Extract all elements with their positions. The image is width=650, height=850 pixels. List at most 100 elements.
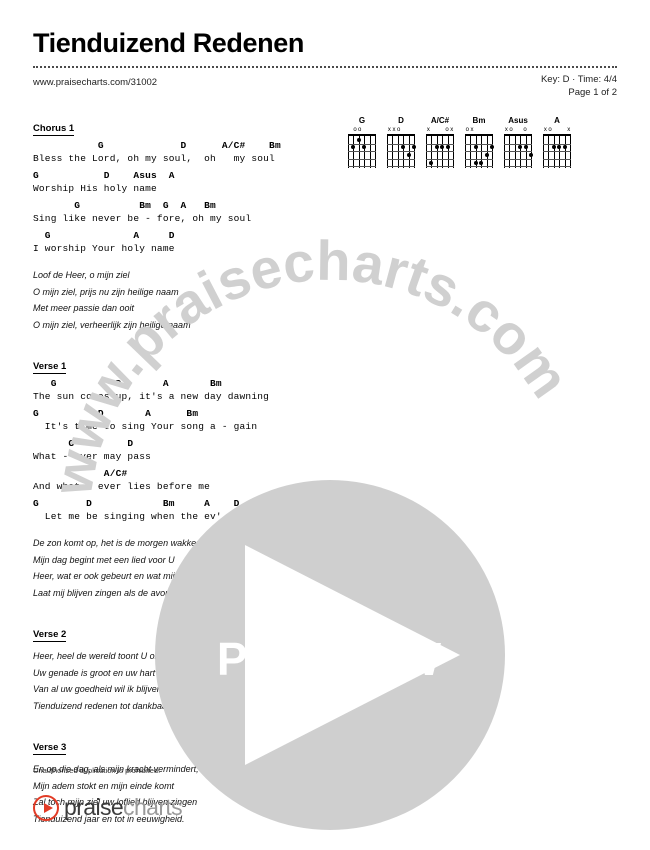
translation-block: Loof de Heer, o mijn ziel O mijn ziel, pr… [33,267,333,333]
lyric-line: Bless the Lord, oh my soul, oh my soul [33,153,275,164]
chord-line: G Bm G A Bm [33,200,216,211]
fret-dot [401,145,406,150]
page-title: Tienduizend Redenen [33,28,304,58]
chord-line: G D A Bm [33,408,199,419]
logo-text-dark: praise [64,794,124,820]
fret-dot [434,145,439,150]
fret-dot [473,160,478,165]
fret-dot [356,137,361,142]
lyric-line: Sing like never be - fore, oh my soul [33,213,252,224]
logo-text: praisecharts [64,794,183,821]
chord-diagram: Dxxo [387,116,416,168]
key-time-label: Key: D · Time: 4/4 [540,74,617,85]
fret-dot [562,145,567,150]
chord-open-mute-markers: ox [465,126,493,134]
source-url[interactable]: www.praisecharts.com/31002 [33,77,157,88]
chord-diagram-name: Asus [508,116,528,125]
chord-diagram: Bm o x [465,116,494,168]
chord-open-mute-markers: xox [543,126,571,134]
translation-block: De zon komt op, het is de morgen wakker M… [33,535,333,601]
lyric-line: It's time to sing Your song a - gain [33,421,258,432]
logo-text-light: charts [123,794,183,820]
fret-dot [429,160,434,165]
chord-line: G D Asus A [33,170,175,181]
translation-line: Mijn dag begint met een lied voor U [33,554,175,565]
chord-diagram-name: A [554,116,560,125]
section-heading: Chorus 1 [33,123,75,136]
fretboard-grid [543,134,571,168]
section-heading: Verse 3 [33,742,67,755]
fretboard-grid [504,134,533,168]
chord-diagram-name: G [358,116,366,125]
fretboard-grid [465,134,494,168]
translation-line: Van al uw goedheid wil ik blijven zingen [33,684,191,694]
fretboard-grid [426,134,454,168]
praisecharts-logo[interactable]: praisecharts [33,794,183,821]
fret-dot [490,145,494,150]
fret-dot [473,145,478,150]
fret-dot [406,153,411,157]
chord-diagram: A/C# x o x [426,116,454,168]
translation-line: Uw genade is groot en uw hart is zacht. [33,667,191,678]
section-heading: Verse 2 [33,629,67,642]
lyric-line: And what - ever lies before me [33,481,211,492]
song-section: Chorus 1 G D A/C# Bm Bless the Lord, oh m… [33,118,333,333]
chord-diagram-name: D [398,116,404,125]
translation-line: Met meer passie dan ooit [33,303,135,313]
translation-line: Tienduizend redenen tot dankbaarheid. [33,700,190,711]
fretboard-grid [348,134,376,168]
chord-line: G A D [33,230,175,241]
lyric-line: Worship His holy name [33,183,157,194]
chart-meta: Key: D · Time: 4/4 Page 1 of 2 [541,73,617,99]
chord-diagram-row: Go o Dx x o A/C# x o x Bm o x Asus x o o Ax o x [348,116,571,168]
song-section: Verse 1 G D A Bm The sun comes up, it's a… [33,356,333,601]
section-heading: Verse 1 [33,361,67,374]
translation-block: Heer, heel de wereld toont U ons uw lief… [33,648,333,714]
fret-dot [551,145,556,150]
lyric-line: The sun comes up, it's a new day dawning [33,391,270,402]
translation-line: Heer, heel de wereld toont U ons uw lief… [33,651,205,661]
title-divider [33,66,617,68]
fretboard-grid [387,134,416,168]
lyric-line: I worship Your holy name [33,243,175,254]
open-string-marker: o [397,127,401,133]
chord-open-mute-markers: oo [348,126,376,134]
chord-diagram: Axox [543,116,571,168]
fret-dot [440,145,445,150]
open-string-marker: o [509,127,513,133]
fret-dot [518,145,523,150]
copyright-notice: Unauthorized duplication is prohibited. [33,766,161,775]
lyric-line: What - ever may pass [33,451,152,462]
mute-string-marker: x [450,127,454,133]
chord-open-mute-markers: xox [426,126,454,134]
fret-dot [351,145,356,150]
chord-line: G D A Bm [33,378,222,389]
translation-line: O mijn ziel, verheerlijk zijn heilige na… [33,319,191,330]
song-body: Chorus 1 G D A/C# Bm Bless the Lord, oh m… [33,118,333,850]
play-icon [33,794,59,821]
chord-line: A/C# [33,468,128,479]
chord-line: G D [33,438,134,449]
chord-diagram-name: Bm [472,116,486,125]
fret-dot [484,153,489,157]
translation-line: De zon komt op, het is de morgen wakker [33,538,200,548]
fret-dot [529,153,533,157]
mute-string-marker: x [426,127,430,133]
open-string-marker: o [548,127,552,133]
translation-line: Loof de Heer, o mijn ziel [33,270,130,280]
mute-string-marker: x [567,127,571,133]
chord-open-mute-markers: xxo [387,126,415,134]
song-section: Verse 2 Heer, heel de wereld toont U ons … [33,624,333,714]
chord-line: G D A/C# Bm [33,140,281,151]
translation-line: O mijn ziel, prijs nu zijn heilige naam [33,286,179,297]
chord-diagram-name: A/C# [430,116,450,125]
chord-diagram: Goo [348,116,376,168]
translation-line: Laat mij blijven zingen als de avond val… [33,587,192,598]
chord-line: G D Bm A D [33,498,240,509]
open-string-marker: o [523,127,527,133]
fret-dot [362,145,367,150]
fret-dot [479,160,484,165]
